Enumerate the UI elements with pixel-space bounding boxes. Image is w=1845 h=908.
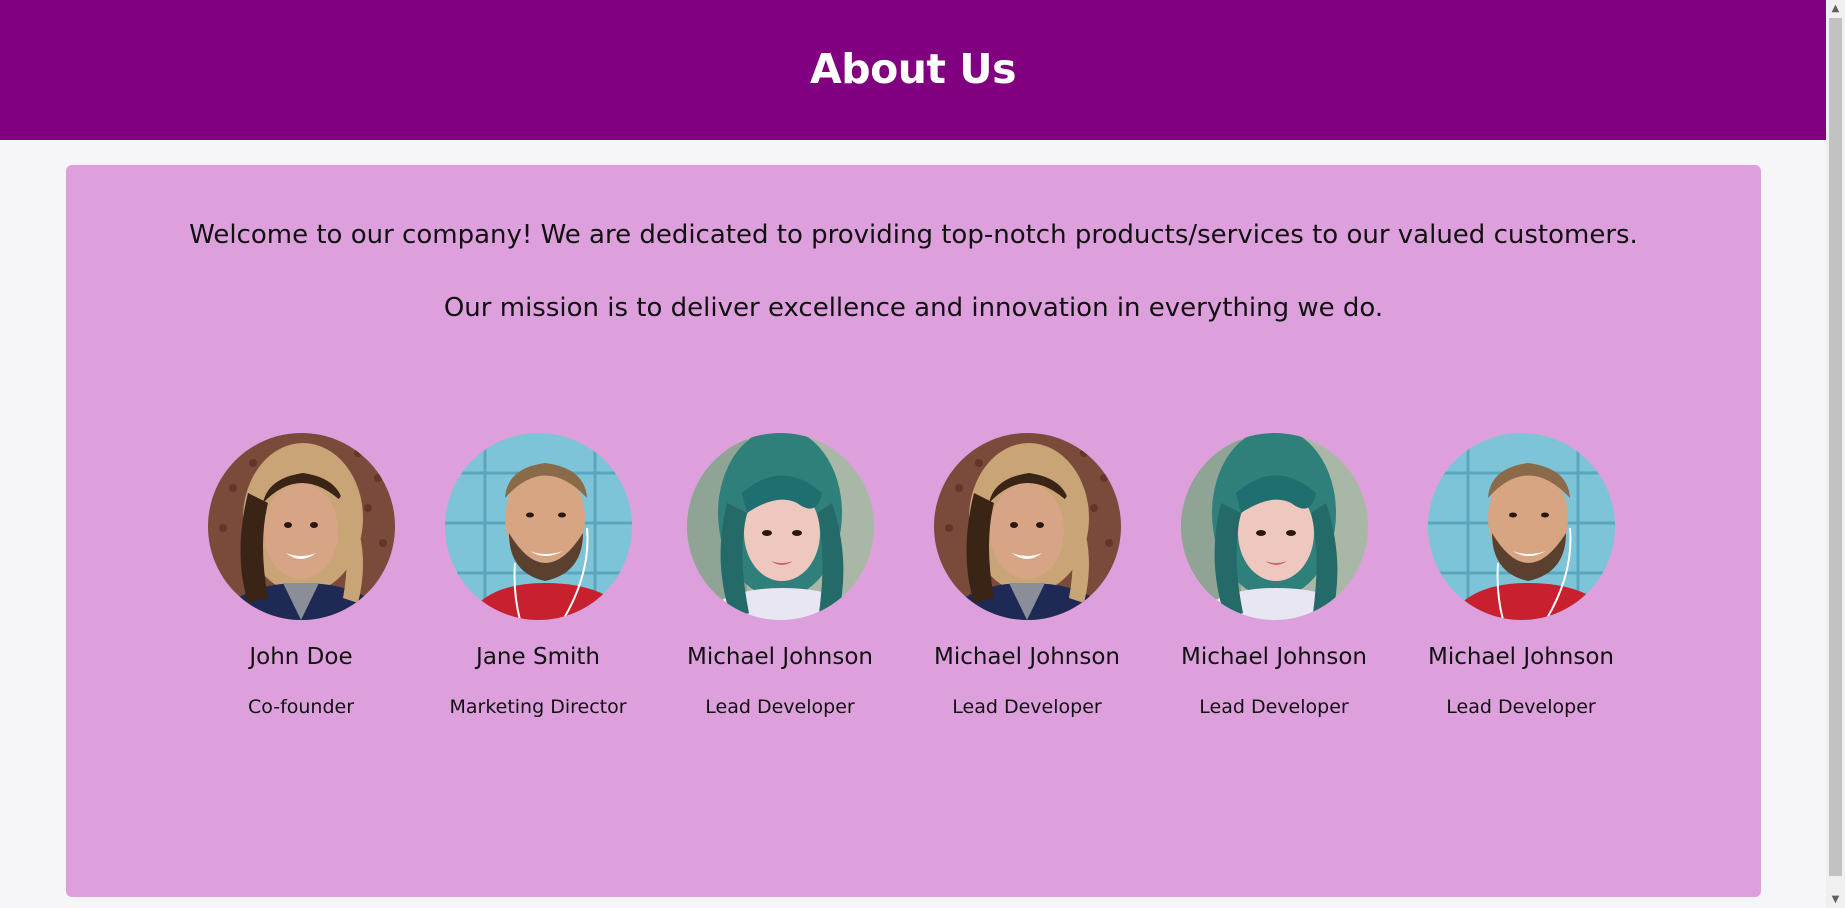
member-name: Michael Johnson — [1427, 644, 1615, 670]
page-title: About Us — [809, 45, 1017, 93]
team-member-card: Michael Johnson Lead Developer — [680, 433, 880, 718]
team-member-card: Jane Smith Marketing Director — [438, 433, 638, 718]
member-role: Lead Developer — [1446, 696, 1596, 718]
team-member-card: Michael Johnson Lead Developer — [1174, 433, 1374, 718]
member-role: Lead Developer — [1199, 696, 1349, 718]
team-member-card: Michael Johnson Lead Developer — [927, 433, 1127, 718]
page-viewport: About Us Welcome to our company! We are … — [0, 0, 1826, 908]
avatar-woman-curly-hair — [207, 433, 395, 620]
member-role: Lead Developer — [705, 696, 855, 718]
member-name: Michael Johnson — [686, 644, 874, 670]
avatar-teal-hair-woman — [686, 433, 874, 620]
page-header: About Us — [0, 0, 1826, 140]
member-name: John Doe — [249, 644, 353, 670]
team-member-card: John Doe Co-founder — [201, 433, 401, 718]
member-role: Co-founder — [247, 696, 355, 718]
team-member-card: Michael Johnson Lead Developer — [1421, 433, 1621, 718]
member-role: Marketing Director — [449, 696, 627, 718]
scrollbar-thumb[interactable] — [1829, 18, 1842, 876]
avatar-teal-hair-woman — [1180, 433, 1368, 620]
member-role: Lead Developer — [952, 696, 1102, 718]
member-name: Jane Smith — [476, 644, 600, 670]
vertical-scrollbar[interactable]: ▲ ▼ — [1826, 0, 1845, 908]
about-card: Welcome to our company! We are dedicated… — [66, 165, 1761, 897]
avatar-bearded-man — [444, 433, 632, 620]
chevron-down-icon[interactable]: ▼ — [1826, 891, 1845, 908]
member-name: Michael Johnson — [933, 644, 1121, 670]
chevron-up-icon[interactable]: ▲ — [1826, 0, 1845, 17]
team-members: John Doe Co-founder Jane Smith Marketing… — [66, 165, 1761, 897]
member-name: Michael Johnson — [1180, 644, 1368, 670]
avatar-woman-curly-hair — [933, 433, 1121, 620]
avatar-bearded-man — [1427, 433, 1615, 620]
